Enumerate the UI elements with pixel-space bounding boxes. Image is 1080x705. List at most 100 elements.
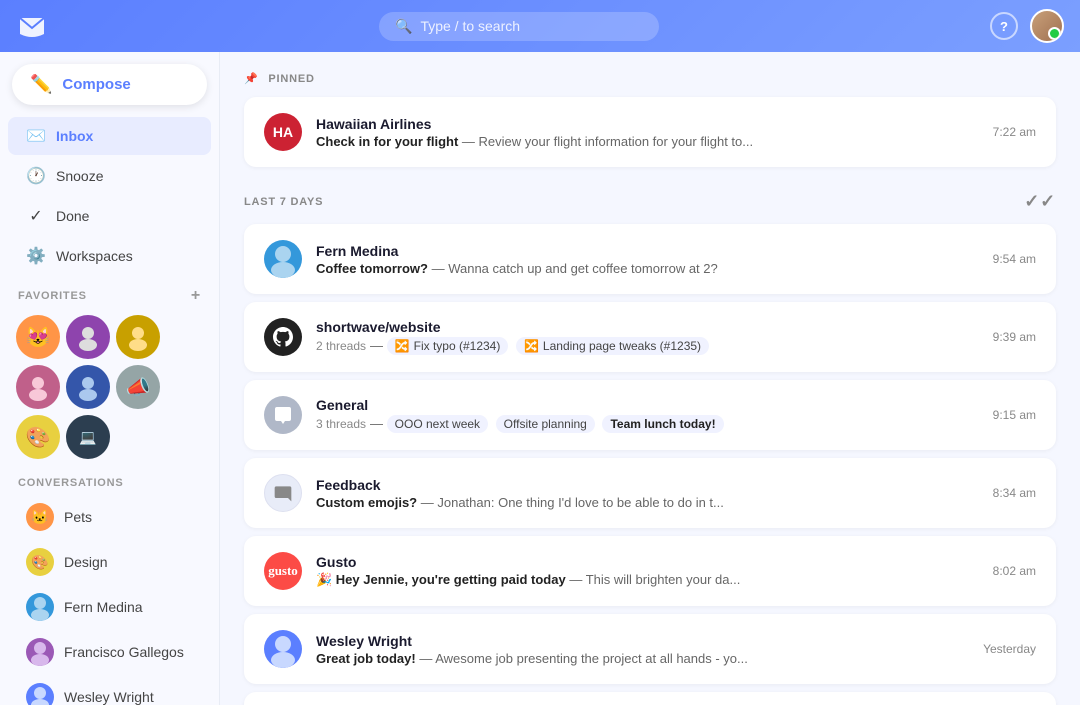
conv-design[interactable]: 🎨 Design (8, 540, 211, 584)
email-row-hawaiian[interactable]: HA Hawaiian Airlines Check in for your f… (244, 97, 1056, 167)
favorite-3[interactable] (116, 315, 160, 359)
email-subject-wesley: Great job today! (316, 651, 416, 666)
compose-button[interactable]: ✏️ Compose (12, 64, 207, 105)
email-body-fern: Fern Medina Coffee tomorrow? — Wanna cat… (316, 243, 979, 276)
email-row-github[interactable]: shortwave/website 2 threads— 🔀 Fix typo … (244, 302, 1056, 372)
email-sender-hawaiian: Hawaiian Airlines (316, 116, 979, 132)
last7days-header: LAST 7 DAYS ✓✓ (244, 191, 1056, 212)
conv-pets-avatar: 🐱 (26, 503, 54, 531)
email-body-wesley: Wesley Wright Great job today! — Awesome… (316, 633, 969, 666)
favorite-8[interactable]: 💻 (66, 415, 110, 459)
general-pill-2: Offsite planning (496, 415, 595, 433)
email-preview-general: 3 threads— OOO next week Offsite plannin… (316, 415, 979, 433)
email-sender-feedback: Feedback (316, 477, 979, 493)
nav-workspaces[interactable]: ⚙️ Workspaces (8, 237, 211, 275)
compose-icon: ✏️ (30, 74, 52, 95)
search-placeholder: Type / to search (420, 18, 520, 34)
email-sender-general: General (316, 397, 979, 413)
workspaces-icon: ⚙️ (26, 246, 46, 266)
favorites-header: Favorites + (0, 277, 219, 311)
favorites-grid: 😻 📣 🎨 💻 (0, 311, 219, 467)
general-pill-3: Team lunch today! (602, 415, 723, 433)
email-row-gusto[interactable]: gusto Gusto 🎉 Hey Jennie, you're getting… (244, 536, 1056, 606)
favorite-2[interactable] (66, 315, 110, 359)
conv-pets-label: Pets (64, 509, 92, 525)
email-preview-github: 2 threads— 🔀 Fix typo (#1234) 🔀 Landing … (316, 337, 979, 355)
search-bar[interactable]: 🔍 Type / to search (379, 12, 659, 41)
email-time-feedback: 8:34 am (993, 486, 1036, 500)
conv-design-label: Design (64, 554, 108, 570)
email-body-general: General 3 threads— OOO next week Offsite… (316, 397, 979, 433)
conv-wesley-avatar (26, 683, 54, 705)
email-preview-feedback: Custom emojis? — Jonathan: One thing I'd… (316, 495, 979, 510)
email-avatar-wesley (264, 630, 302, 668)
nav-snooze[interactable]: 🕐 Snooze (8, 157, 211, 195)
email-content: 📌 PINNED HA Hawaiian Airlines Check in f… (220, 52, 1080, 705)
add-favorite-button[interactable]: + (191, 287, 201, 305)
email-preview-gusto: 🎉 Hey Jennie, you're getting paid today … (316, 572, 979, 588)
email-time-fern: 9:54 am (993, 252, 1036, 266)
email-row-general[interactable]: General 3 threads— OOO next week Offsite… (244, 380, 1056, 450)
conv-fern-avatar (26, 593, 54, 621)
topbar-right: ? (990, 9, 1064, 43)
nav-inbox-label: Inbox (56, 128, 93, 144)
user-avatar[interactable] (1030, 9, 1064, 43)
conversations-header: Conversations (0, 467, 219, 495)
email-sender-gusto: Gusto (316, 554, 979, 570)
conv-fern-label: Fern Medina (64, 599, 143, 615)
email-subject-hawaiian: Check in for your flight (316, 134, 458, 149)
done-icon: ✓ (26, 206, 46, 226)
conv-francisco[interactable]: Francisco Gallegos (8, 630, 211, 674)
email-preview-wesley: Great job today! — Awesome job presentin… (316, 651, 969, 666)
email-row-wesley[interactable]: Wesley Wright Great job today! — Awesome… (244, 614, 1056, 684)
email-body-feedback: Feedback Custom emojis? — Jonathan: One … (316, 477, 979, 510)
email-subject-feedback: Custom emojis? (316, 495, 417, 510)
last7days-label: LAST 7 DAYS (244, 196, 323, 208)
mark-all-read-button[interactable]: ✓✓ (1024, 191, 1056, 212)
favorites-label: Favorites (18, 290, 87, 302)
email-avatar-github (264, 318, 302, 356)
email-avatar-fern (264, 240, 302, 278)
github-pill-2: 🔀 Landing page tweaks (#1235) (516, 337, 709, 355)
topbar: 🔍 Type / to search ? (0, 0, 1080, 52)
email-time-wesley: Yesterday (983, 642, 1036, 656)
email-time-github: 9:39 am (993, 330, 1036, 344)
help-button[interactable]: ? (990, 12, 1018, 40)
inbox-icon: ✉️ (26, 126, 46, 146)
conversations-label: Conversations (18, 477, 124, 489)
email-time-gusto: 8:02 am (993, 564, 1036, 578)
app-logo[interactable] (16, 10, 48, 42)
main-layout: ✏️ Compose ✉️ Inbox 🕐 Snooze ✓ Done ⚙️ W… (0, 52, 1080, 705)
email-preview-fern: Coffee tomorrow? — Wanna catch up and ge… (316, 261, 979, 276)
email-row-fern[interactable]: Fern Medina Coffee tomorrow? — Wanna cat… (244, 224, 1056, 294)
favorite-5[interactable] (66, 365, 110, 409)
email-preview-hawaiian: Check in for your flight — Review your f… (316, 134, 979, 149)
nav-done-label: Done (56, 208, 89, 224)
compose-label: Compose (62, 76, 130, 93)
email-avatar-feedback (264, 474, 302, 512)
pinned-label: PINNED (268, 73, 314, 85)
github-pill-1: 🔀 Fix typo (#1234) (387, 337, 509, 355)
conv-pets[interactable]: 🐱 Pets (8, 495, 211, 539)
email-body-hawaiian: Hawaiian Airlines Check in for your flig… (316, 116, 979, 149)
email-sender-github: shortwave/website (316, 319, 979, 335)
conv-wesley[interactable]: Wesley Wright (8, 675, 211, 705)
search-icon: 🔍 (395, 18, 412, 35)
favorite-4[interactable] (16, 365, 60, 409)
conv-francisco-avatar (26, 638, 54, 666)
conv-francisco-label: Francisco Gallegos (64, 644, 184, 660)
conv-fern[interactable]: Fern Medina (8, 585, 211, 629)
email-body-github: shortwave/website 2 threads— 🔀 Fix typo … (316, 319, 979, 355)
email-row-bobby-concetta[interactable]: Bobby & Concetta Website update — Bobby:… (244, 692, 1056, 705)
nav-workspaces-label: Workspaces (56, 248, 133, 264)
general-pill-1: OOO next week (387, 415, 488, 433)
nav-inbox[interactable]: ✉️ Inbox (8, 117, 211, 155)
email-row-feedback[interactable]: Feedback Custom emojis? — Jonathan: One … (244, 458, 1056, 528)
favorite-6[interactable]: 📣 (116, 365, 160, 409)
favorite-1[interactable]: 😻 (16, 315, 60, 359)
email-subject-gusto: 🎉 Hey Jennie, you're getting paid today (316, 572, 566, 587)
email-time-general: 9:15 am (993, 408, 1036, 422)
favorite-7[interactable]: 🎨 (16, 415, 60, 459)
email-sender-wesley: Wesley Wright (316, 633, 969, 649)
nav-done[interactable]: ✓ Done (8, 197, 211, 235)
